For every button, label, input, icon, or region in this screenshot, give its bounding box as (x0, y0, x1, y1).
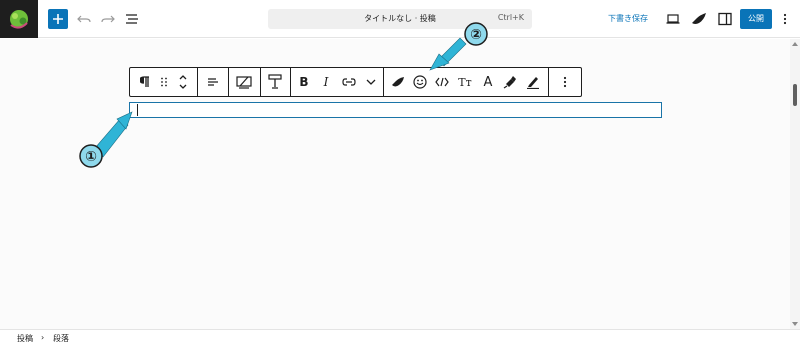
command-shortcut: Ctrl+K (497, 13, 524, 22)
plugin-button[interactable] (690, 10, 708, 28)
font-icon[interactable]: A (478, 68, 498, 96)
code-icon[interactable] (432, 68, 452, 96)
publish-button[interactable]: 公開 (740, 9, 772, 29)
plus-icon (53, 14, 63, 24)
settings-sidebar-button[interactable] (716, 10, 734, 28)
bold-button[interactable]: B (294, 68, 314, 96)
drag-handle-icon[interactable] (156, 68, 172, 96)
editor-header: タイトルなし · 投稿 Ctrl+K 下書き保存 公開 (0, 0, 800, 38)
redo-icon (101, 15, 115, 23)
scrollbar-thumb[interactable] (793, 84, 797, 106)
link-icon[interactable] (338, 68, 360, 96)
toolbar-divider (290, 68, 291, 96)
more-options-icon[interactable] (554, 68, 576, 96)
preview-button[interactable] (664, 10, 682, 28)
options-button[interactable] (778, 10, 792, 28)
block-toolbar: B I Tт A (129, 67, 582, 97)
move-up-down-icon[interactable] (174, 68, 192, 96)
site-logo[interactable] (0, 0, 38, 38)
toolbar-divider (548, 68, 549, 96)
logo-icon (10, 10, 28, 29)
text-style-icon[interactable] (264, 68, 286, 96)
sidebar-icon (718, 12, 732, 26)
block-breadcrumb: 投稿 › 段落 (0, 329, 800, 345)
toolbar-divider (383, 68, 384, 96)
text-caret (137, 104, 138, 116)
scrollbar[interactable] (790, 39, 800, 329)
desktop-icon (666, 14, 680, 24)
highlighter-icon[interactable] (500, 68, 520, 96)
toolbar-divider (260, 68, 261, 96)
leaf-icon (692, 13, 706, 24)
pen-icon[interactable] (522, 68, 544, 96)
toolbar-divider (228, 68, 229, 96)
paragraph-icon[interactable] (134, 68, 156, 96)
save-draft-button[interactable]: 下書き保存 (608, 13, 648, 24)
more-vertical-icon (783, 13, 787, 25)
breadcrumb-paragraph[interactable]: 段落 (53, 333, 69, 344)
chevron-right-icon: › (41, 333, 45, 342)
undo-button[interactable] (76, 10, 92, 28)
align-icon[interactable] (202, 68, 224, 96)
chevron-down-icon[interactable] (362, 68, 380, 96)
emoji-icon[interactable] (410, 68, 430, 96)
undo-icon (77, 15, 91, 23)
paragraph-block[interactable] (129, 102, 662, 118)
italic-button[interactable]: I (316, 68, 336, 96)
document-overview-button[interactable] (124, 10, 140, 28)
text-size-icon[interactable]: Tт (454, 68, 476, 96)
redo-button[interactable] (100, 10, 116, 28)
scroll-up-icon[interactable] (792, 42, 798, 46)
command-palette[interactable]: タイトルなし · 投稿 Ctrl+K (268, 9, 532, 29)
add-block-button[interactable] (48, 9, 68, 29)
format-icon[interactable] (232, 68, 256, 96)
document-title: タイトルなし · 投稿 (364, 14, 436, 23)
list-view-icon (126, 14, 138, 24)
scroll-down-icon[interactable] (792, 322, 798, 326)
breadcrumb-post[interactable]: 投稿 (17, 333, 33, 344)
toolbar-divider (197, 68, 198, 96)
extension-icon[interactable] (388, 68, 408, 96)
